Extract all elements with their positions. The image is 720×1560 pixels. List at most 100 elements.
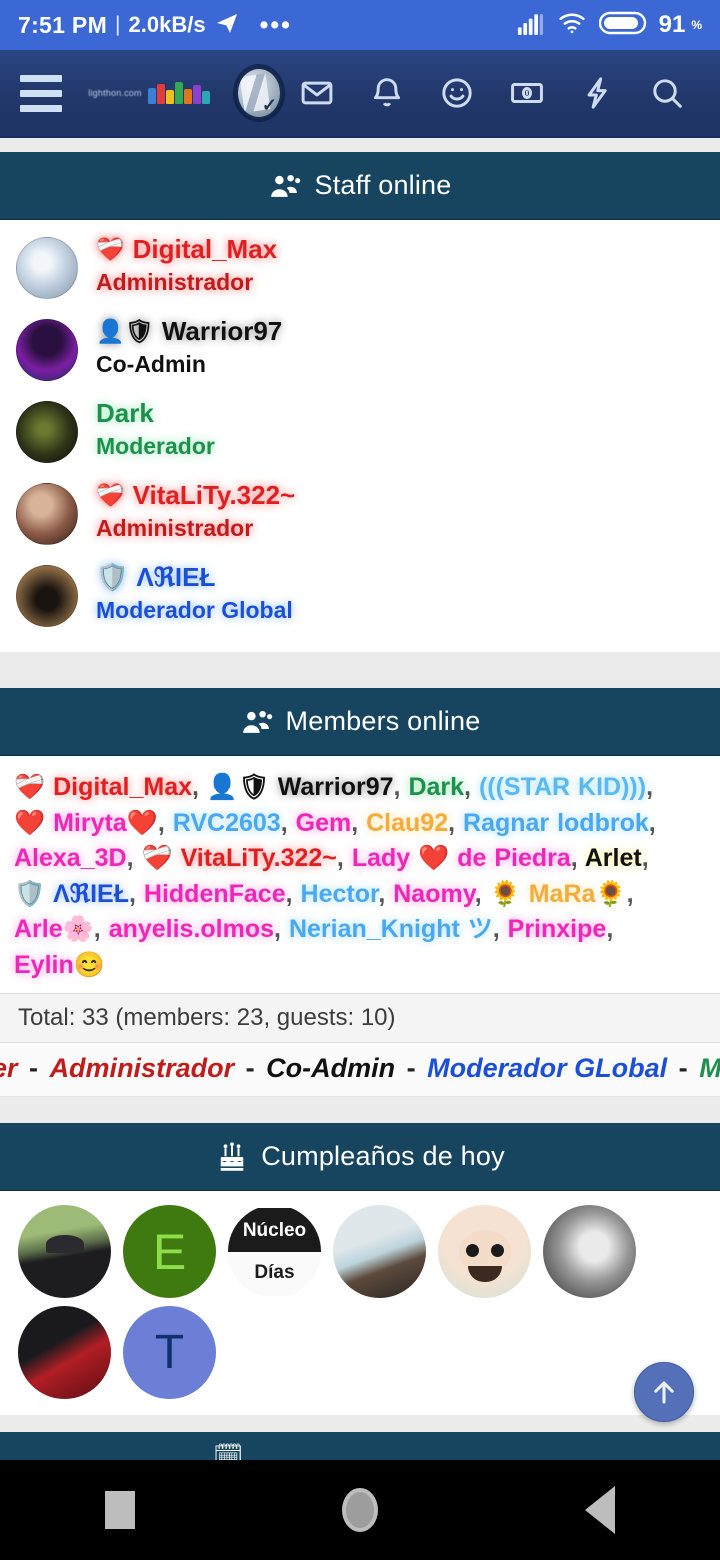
signal-bars-icon (517, 11, 545, 40)
name-separator: , (192, 773, 207, 801)
avatar[interactable] (16, 319, 78, 381)
heartbeat-icon: ❤️‍🩹 (96, 235, 125, 262)
name-separator: , (626, 879, 634, 908)
staff-online-list: ❤️‍🩹 Digital_Max Administrador 👤🛡 Warrio… (0, 220, 720, 652)
smile-emoji-icon: 😊 (73, 950, 105, 979)
members-online-names[interactable]: ❤️‍🩹 Digital_Max, 👤🛡 Warrior97, Dark, ((… (14, 770, 706, 983)
member-online-name[interactable]: Dark (408, 773, 464, 801)
member-online-name[interactable]: Clau92 (366, 809, 448, 837)
avatar[interactable] (16, 565, 78, 627)
member-online-name[interactable]: (((STAR KID))) (479, 773, 646, 801)
birthday-avatar-3[interactable]: Núcleo Días (228, 1205, 321, 1298)
birthday-avatar-4[interactable] (333, 1205, 426, 1298)
money-icon[interactable] (492, 63, 562, 123)
member-online-name[interactable]: ❤️‍🩹 Digital_Max (14, 773, 192, 801)
triangle-back-icon[interactable] (540, 1460, 660, 1560)
member-online-name[interactable]: Arlet (585, 844, 642, 872)
site-logo[interactable]: lighthon.com (88, 82, 210, 104)
member-online-name[interactable]: ❤️ Miryta❤️ (14, 809, 158, 837)
staff-name[interactable]: Dark (96, 397, 154, 430)
circle-home-icon[interactable] (300, 1460, 420, 1560)
name-separator: , (464, 773, 479, 801)
members-online-header: Members online (0, 688, 720, 756)
avatar[interactable] (16, 401, 78, 463)
name-separator: , (126, 844, 142, 872)
birthdays-avatar-list: E Núcleo Días T (0, 1191, 720, 1415)
staff-name[interactable]: ΛℜIEŁ (136, 561, 215, 594)
staff-name[interactable]: VitaLiTy.322~ (133, 479, 296, 512)
member-online-name[interactable]: ❤️‍🩹 VitaLiTy.322~ (141, 844, 336, 872)
member-online-name[interactable]: Ragnar lodbrok (463, 809, 649, 837)
staff-title: Administrador (96, 514, 254, 541)
blossom-icon: 🌸 (62, 915, 94, 943)
staff-row[interactable]: Dark Moderador (0, 392, 720, 474)
name-separator: , (492, 915, 508, 943)
lightning-icon[interactable] (562, 63, 632, 123)
staff-name[interactable]: Warrior97 (162, 315, 282, 348)
staff-legend-marquee: ster - Administrador - Co-Admin - Modera… (0, 1043, 720, 1097)
status-bar-right: 91 % (517, 10, 702, 41)
legend-segment: Mod (699, 1053, 720, 1083)
heart-icon: ❤️ (410, 844, 458, 872)
battery-icon (598, 10, 647, 41)
android-navigation-bar (0, 1460, 720, 1560)
member-online-name[interactable]: Eylin😊 (14, 951, 105, 979)
member-online-name[interactable]: Alexa_3D (14, 844, 127, 872)
member-online-name[interactable]: Naomy (393, 880, 475, 908)
member-online-name[interactable]: Nerian_Knight ツ (289, 915, 493, 943)
name-separator: , (129, 879, 144, 908)
name-separator: , (274, 915, 289, 943)
birthday-avatar-2[interactable]: E (123, 1205, 216, 1298)
sunflower-icon: 🌻 (489, 879, 529, 908)
heart-icon: ❤️ (14, 808, 54, 837)
member-online-name[interactable]: Arle🌸 (14, 915, 94, 943)
birthday-cake-icon (215, 1141, 249, 1172)
staff-row[interactable]: ❤️‍🩹 VitaLiTy.322~ Administrador (0, 474, 720, 556)
birthdays-title: Cumpleaños de hoy (261, 1141, 505, 1171)
shield-user-icon: 👤🛡 (96, 317, 154, 344)
staff-meta: Dark Moderador (96, 397, 215, 461)
member-online-name[interactable]: Prinxipe (508, 915, 607, 943)
staff-row[interactable]: ❤️‍🩹 Digital_Max Administrador (0, 228, 720, 310)
name-separator: , (280, 808, 296, 837)
smiley-icon[interactable] (422, 63, 492, 123)
birthday-avatar-6[interactable] (543, 1205, 636, 1298)
name-separator: , (285, 879, 301, 908)
square-recents-icon[interactable] (60, 1460, 180, 1560)
birthdays-header: Cumpleaños de hoy (0, 1123, 720, 1191)
member-online-name[interactable]: 🛡️ ΛℜIEŁ (14, 880, 129, 908)
birthday-avatar-8[interactable]: T (123, 1306, 216, 1399)
hamburger-menu-icon[interactable] (20, 74, 63, 112)
page-scroll-area[interactable]: Staff online ❤️‍🩹 Digital_Max Administra… (0, 138, 720, 1485)
birthday-avatar-1[interactable] (18, 1205, 111, 1298)
scroll-to-top-button[interactable] (634, 1362, 694, 1422)
members-online-body: ❤️‍🩹 Digital_Max, 👤🛡 Warrior97, Dark, ((… (0, 756, 720, 993)
name-separator: , (648, 808, 656, 837)
member-online-name[interactable]: 👤🛡 Warrior97 (207, 773, 394, 801)
member-online-name[interactable]: HiddenFace (144, 880, 286, 908)
staff-row[interactable]: 🛡️ ΛℜIEŁ Moderador Global (0, 556, 720, 638)
member-online-name[interactable]: RVC2603 (173, 809, 281, 837)
member-online-name[interactable]: Hector (301, 880, 379, 908)
inbox-icon[interactable] (282, 63, 352, 123)
staff-row[interactable]: 👤🛡 Warrior97 Co-Admin (0, 310, 720, 392)
birthday-avatar-7[interactable] (18, 1306, 111, 1399)
name-separator: , (393, 773, 409, 801)
avatar[interactable] (16, 237, 78, 299)
user-avatar-icon[interactable] (235, 67, 282, 119)
staff-name[interactable]: Digital_Max (133, 233, 278, 266)
avatar[interactable] (16, 483, 78, 545)
member-online-name[interactable]: 🌻 MaRa🌻 (490, 880, 627, 908)
app-navbar: lighthon.com (0, 50, 720, 138)
birthday-avatar-5[interactable] (438, 1205, 531, 1298)
members-total: Total: 33 (members: 23, guests: 10) (0, 993, 720, 1043)
bell-icon[interactable] (352, 63, 422, 123)
heartbeat-icon: ❤️‍🩹 (14, 773, 54, 801)
member-online-name[interactable]: Gem (296, 809, 352, 837)
member-online-name[interactable]: anyelis.olmos (109, 915, 274, 943)
member-online-name[interactable]: Lady ❤️ de Piedra (352, 844, 571, 872)
staff-online-title: Staff online (314, 170, 452, 200)
search-icon[interactable] (632, 63, 702, 123)
heart-icon: ❤️ (126, 808, 158, 837)
members-online-block: Members online ❤️‍🩹 Digital_Max, 👤🛡 Warr… (0, 688, 720, 1097)
